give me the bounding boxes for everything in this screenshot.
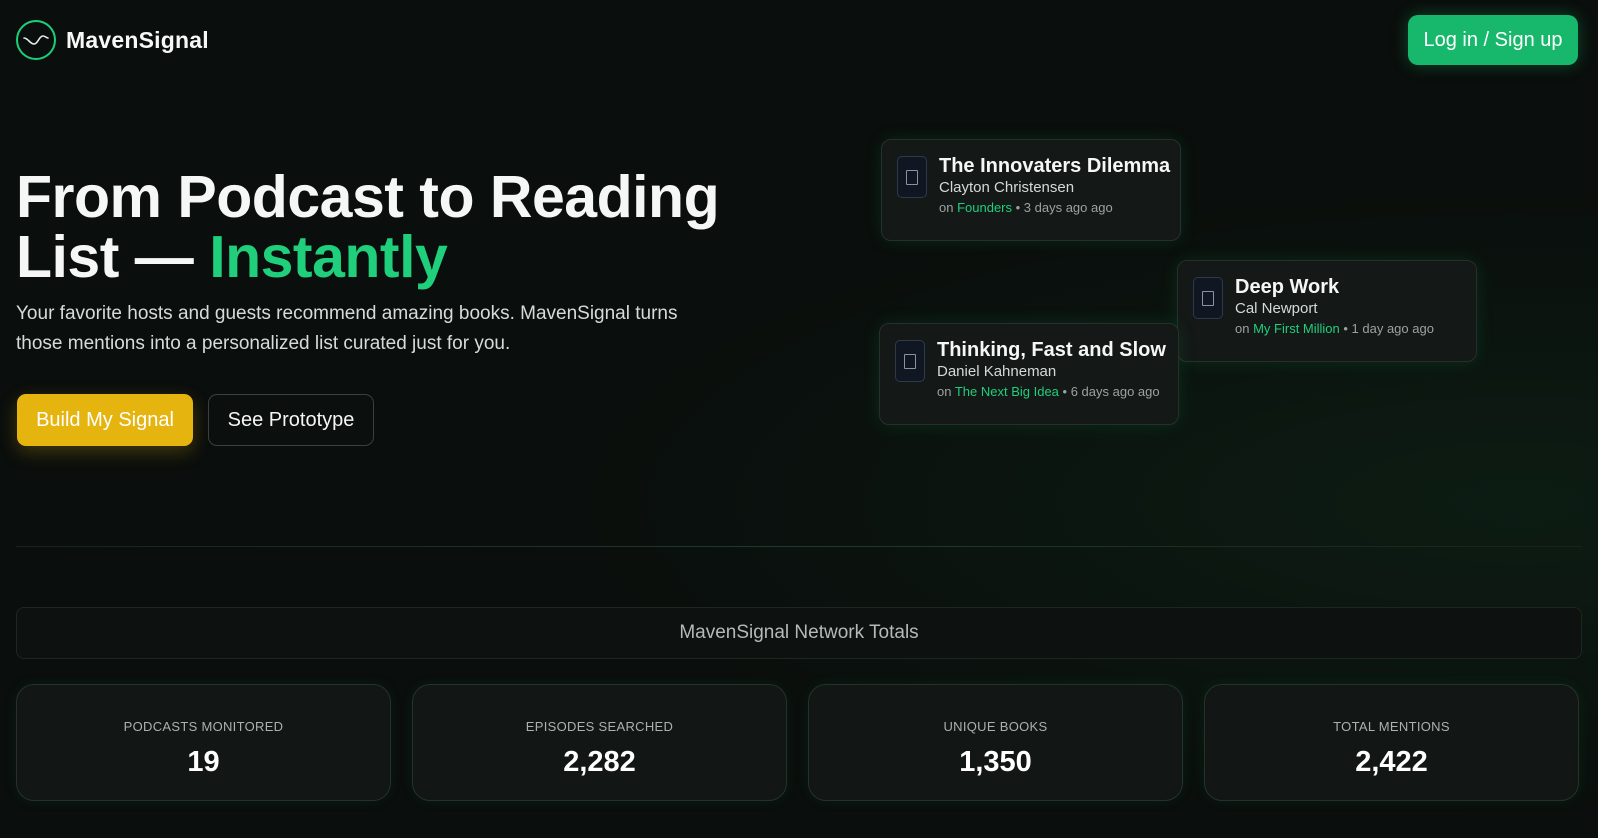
brand-logo[interactable]: MavenSignal [16,20,209,60]
stat-card-mentions: TOTAL MENTIONS 2,422 [1204,684,1579,801]
book-card[interactable]: Thinking, Fast and Slow Daniel Kahneman … [879,323,1179,425]
stat-label: UNIQUE BOOKS [943,719,1048,734]
see-prototype-button[interactable]: See Prototype [208,394,374,446]
stat-label: EPISODES SEARCHED [525,719,674,734]
build-my-signal-button[interactable]: Build My Signal [17,394,193,446]
book-author: Clayton Christensen [939,179,1075,196]
podcast-link[interactable]: My First Million [1253,321,1340,336]
book-icon [897,156,927,198]
book-icon [895,340,925,382]
stat-card-books: UNIQUE BOOKS 1,350 [808,684,1183,801]
stat-value: 2,422 [1355,746,1428,778]
book-title: The Innovaters Dilemma [939,155,1171,177]
network-totals-heading: MavenSignal Network Totals [16,607,1582,659]
hero-title: From Podcast to Reading List — Instantly [16,167,736,287]
hero-title-accent: Instantly [209,224,448,290]
hero-subtitle: Your favorite hosts and guests recommend… [16,303,678,354]
book-mention-meta: on The Next Big Idea • 6 days ago ago [937,384,1160,399]
stat-label: PODCASTS MONITORED [123,719,284,734]
book-author: Daniel Kahneman [937,363,1057,380]
book-author: Cal Newport [1235,300,1318,317]
book-card[interactable]: The Innovaters Dilemma Clayton Christens… [881,139,1181,241]
stat-value: 19 [187,746,220,778]
book-mention-meta: on Founders • 3 days ago ago [939,200,1113,215]
login-signup-button[interactable]: Log in / Sign up [1408,15,1578,65]
book-title: Thinking, Fast and Slow [937,339,1166,361]
book-mention-meta: on My First Million • 1 day ago ago [1235,321,1434,336]
book-card[interactable]: Deep Work Cal Newport on My First Millio… [1177,260,1477,362]
book-title: Deep Work [1235,276,1340,298]
stat-value: 2,282 [563,746,636,778]
podcast-link[interactable]: The Next Big Idea [955,384,1059,399]
signal-wave-icon [16,20,56,60]
stat-card-podcasts: PODCASTS MONITORED 19 [16,684,391,801]
book-icon [1193,277,1223,319]
podcast-link[interactable]: Founders [957,200,1012,215]
stat-card-episodes: EPISODES SEARCHED 2,282 [412,684,787,801]
stat-label: TOTAL MENTIONS [1333,719,1450,734]
brand-name: MavenSignal [66,26,209,53]
section-divider [16,546,1582,547]
stat-value: 1,350 [959,746,1032,778]
